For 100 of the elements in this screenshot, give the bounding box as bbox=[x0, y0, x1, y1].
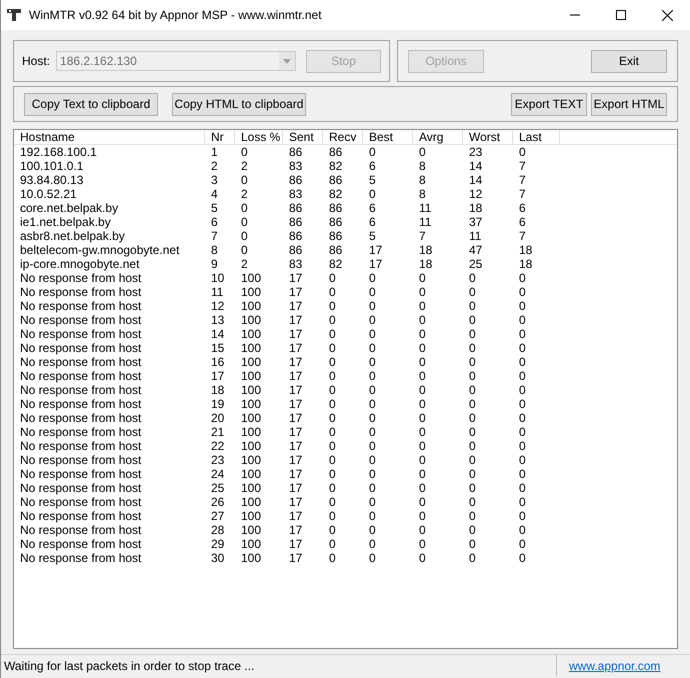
button[interactable]: Copy HTML to clipboard bbox=[172, 92, 306, 116]
table-cell: 0 bbox=[519, 523, 526, 537]
button[interactable]: Exit bbox=[591, 50, 667, 72]
table-cell: 0 bbox=[369, 285, 376, 299]
column-header[interactable]: Sent bbox=[283, 130, 323, 144]
column-header[interactable]: Worst bbox=[463, 130, 513, 144]
table-cell: 0 bbox=[419, 341, 426, 355]
table-cell: 0 bbox=[369, 551, 376, 565]
table-cell: No response from host bbox=[20, 523, 142, 537]
table-cell: 93.84.80.13 bbox=[20, 173, 84, 187]
table-cell: 0 bbox=[519, 271, 526, 285]
table-cell: 29 bbox=[211, 537, 224, 551]
table-cell: 0 bbox=[519, 285, 526, 299]
table-cell: 100 bbox=[241, 355, 262, 369]
table-cell: 0 bbox=[329, 327, 336, 341]
table-cell: No response from host bbox=[20, 411, 142, 425]
table-cell: 17 bbox=[289, 271, 302, 285]
close-icon[interactable] bbox=[662, 10, 673, 20]
table-cell: 7 bbox=[519, 159, 526, 173]
table-cell: 0 bbox=[369, 313, 376, 327]
table-cell: 0 bbox=[369, 397, 376, 411]
table-cell: 4 bbox=[211, 187, 218, 201]
column-header[interactable]: Last bbox=[513, 130, 560, 144]
table-cell: 7 bbox=[211, 229, 218, 243]
table-cell: ie1.net.belpak.by bbox=[20, 215, 111, 229]
table-cell: 0 bbox=[329, 369, 336, 383]
table-cell: 1 bbox=[211, 145, 218, 159]
table-cell: 100 bbox=[241, 341, 262, 355]
button[interactable]: Export TEXT bbox=[511, 92, 587, 116]
table-cell: 0 bbox=[369, 271, 376, 285]
column-header[interactable]: Avrg bbox=[413, 130, 463, 144]
table-cell: 17 bbox=[369, 257, 382, 271]
table-cell: 0 bbox=[329, 355, 336, 369]
table-cell: 0 bbox=[519, 355, 526, 369]
table-cell: 0 bbox=[419, 397, 426, 411]
maximize-icon[interactable] bbox=[616, 10, 626, 20]
table-cell: 0 bbox=[419, 523, 426, 537]
table-cell: 17 bbox=[289, 523, 302, 537]
table-cell: 0 bbox=[469, 481, 476, 495]
button[interactable]: Export HTML bbox=[591, 92, 667, 116]
table-cell: 86 bbox=[289, 215, 302, 229]
table-cell: 0 bbox=[369, 481, 376, 495]
table-cell: 0 bbox=[329, 271, 336, 285]
table-cell: 6 bbox=[369, 201, 376, 215]
table-cell: 17 bbox=[289, 313, 302, 327]
table-cell: 10 bbox=[211, 271, 224, 285]
table-cell: 14 bbox=[469, 173, 482, 187]
table-cell: 17 bbox=[289, 397, 302, 411]
table-cell: 0 bbox=[469, 537, 476, 551]
column-header[interactable]: Loss % bbox=[235, 130, 283, 144]
table-cell: No response from host bbox=[20, 383, 142, 397]
table-cell: 0 bbox=[329, 495, 336, 509]
table-cell: 100 bbox=[241, 467, 262, 481]
table-cell: 0 bbox=[519, 509, 526, 523]
column-header[interactable]: Nr bbox=[205, 130, 235, 144]
table-cell: 0 bbox=[419, 411, 426, 425]
table-cell: 20 bbox=[211, 411, 224, 425]
table-cell: 100 bbox=[241, 271, 262, 285]
table-cell: 0 bbox=[519, 467, 526, 481]
website-link[interactable]: www.appnor.com bbox=[569, 655, 660, 676]
button[interactable]: Copy Text to clipboard bbox=[24, 92, 158, 116]
host-label: Host: bbox=[22, 53, 50, 70]
table-cell: 0 bbox=[519, 551, 526, 565]
table-cell: No response from host bbox=[20, 285, 142, 299]
table-cell: 0 bbox=[329, 383, 336, 397]
table-cell: 0 bbox=[469, 439, 476, 453]
table-cell: No response from host bbox=[20, 509, 142, 523]
table-cell: 17 bbox=[289, 425, 302, 439]
app-icon bbox=[7, 8, 21, 22]
table-cell: 0 bbox=[369, 327, 376, 341]
table-cell: 10.0.52.21 bbox=[20, 187, 77, 201]
table-cell: 25 bbox=[211, 481, 224, 495]
table-cell: 100 bbox=[241, 481, 262, 495]
table-cell: 6 bbox=[519, 201, 526, 215]
table-cell: 5 bbox=[211, 201, 218, 215]
column-header[interactable]: Hostname bbox=[14, 130, 205, 144]
table-cell: 11 bbox=[469, 229, 482, 243]
table-cell: 17 bbox=[289, 439, 302, 453]
table-cell: 18 bbox=[211, 383, 224, 397]
table-cell: 0 bbox=[369, 299, 376, 313]
column-header[interactable]: Best bbox=[363, 130, 413, 144]
table-cell: 0 bbox=[419, 327, 426, 341]
table-cell: 2 bbox=[241, 187, 248, 201]
table-cell: 47 bbox=[469, 243, 482, 257]
table-cell: 0 bbox=[419, 551, 426, 565]
table-cell: 0 bbox=[329, 509, 336, 523]
table-cell: 23 bbox=[211, 453, 224, 467]
table-cell: 0 bbox=[519, 411, 526, 425]
table-cell: No response from host bbox=[20, 537, 142, 551]
table-cell: 13 bbox=[211, 313, 224, 327]
table-cell: 0 bbox=[241, 145, 248, 159]
table-cell: 0 bbox=[369, 355, 376, 369]
table-cell: 86 bbox=[329, 201, 342, 215]
table-cell: 0 bbox=[419, 495, 426, 509]
table-cell: 0 bbox=[469, 285, 476, 299]
table-cell: 17 bbox=[289, 411, 302, 425]
column-header[interactable]: Recv bbox=[323, 130, 363, 144]
table-cell: 86 bbox=[329, 215, 342, 229]
table-cell: 17 bbox=[289, 509, 302, 523]
table-cell: 0 bbox=[369, 383, 376, 397]
